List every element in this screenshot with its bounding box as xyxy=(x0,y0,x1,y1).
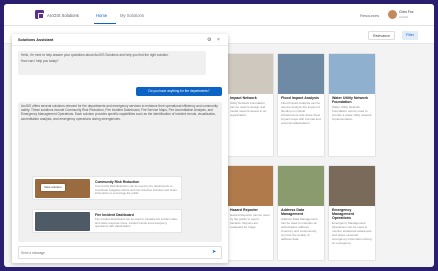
solution-title: Address Data Management xyxy=(281,208,305,216)
solution-description: Hazard Reporter can be used by the publi… xyxy=(230,213,270,229)
user-message-bubble: Do you have anything for fire department… xyxy=(136,87,222,96)
close-icon[interactable]: × xyxy=(217,37,220,43)
solution-thumbnail xyxy=(278,166,324,206)
solution-card[interactable]: Emergency Management Operations Emergency… xyxy=(328,165,376,261)
app-title: ArcGIS Solutions xyxy=(47,13,79,18)
solution-thumbnail xyxy=(329,166,375,206)
solution-description: Water Utility Network Foundation can be … xyxy=(332,105,372,121)
solution-result-card[interactable]: Community Risk Reduction Community Risk R… xyxy=(32,176,182,200)
avatar[interactable] xyxy=(388,10,397,19)
solution-thumbnail xyxy=(329,54,375,94)
solution-title: Flood Impact Analysis xyxy=(281,96,320,100)
answer-text: ArcGIS offers several solutions relevant… xyxy=(21,104,218,121)
solution-description: Flood Impact Analysis can be used to ana… xyxy=(281,101,321,125)
solution-thumbnail xyxy=(227,54,273,94)
top-navigation-bar: ArcGIS Solutions Home My Solutions Resou… xyxy=(4,4,434,26)
solution-result-card[interactable]: Fire Incident Dashboard Fire Incident Das… xyxy=(32,209,182,233)
solution-title: Water Utility Network Foundation xyxy=(332,96,369,104)
solutions-assistant-panel: Solutions Assistant ⚙ × Hello, I'm here … xyxy=(12,34,228,263)
solution-title: Impact Network xyxy=(230,96,257,100)
solution-thumbnail xyxy=(278,54,324,94)
solution-card[interactable]: Hazard Reporter Hazard Reporter can be us… xyxy=(226,165,274,261)
greeting-text: Hello, I'm here to help answer your ques… xyxy=(21,53,169,57)
assistant-header: Solutions Assistant ⚙ × xyxy=(12,34,228,46)
user-org: ArcGIS xyxy=(399,15,409,19)
solution-thumbnail xyxy=(227,166,273,206)
sort-relevance-button[interactable]: Relevance xyxy=(368,31,395,40)
send-icon[interactable]: ➤ xyxy=(212,249,216,255)
arcgis-solutions-logo[interactable] xyxy=(35,10,44,19)
result-thumbnail xyxy=(35,212,90,231)
solution-description: Utility Network Foundation can be used t… xyxy=(230,101,267,117)
view-solution-button[interactable]: View solution xyxy=(41,184,65,191)
active-tab-indicator xyxy=(94,23,116,25)
solution-card[interactable]: Flood Impact Analysis Flood Impact Analys… xyxy=(277,53,325,157)
result-description: Fire Incident Dashboard can be used to v… xyxy=(95,217,177,229)
assistant-title: Solutions Assistant xyxy=(18,38,54,42)
solution-card[interactable]: Impact Network Utility Network Foundation… xyxy=(226,53,274,157)
resources-link[interactable]: Resources xyxy=(360,13,379,18)
app-window: ArcGIS Solutions Home My Solutions Resou… xyxy=(4,4,434,267)
tab-my-solutions[interactable]: My Solutions xyxy=(120,13,144,18)
solution-description: Emergency Management Operations can be u… xyxy=(332,221,372,245)
solution-title: Emergency Management Operations xyxy=(332,208,354,220)
greeting-question: How can I help you today? xyxy=(21,59,59,64)
message-input[interactable] xyxy=(21,248,207,258)
settings-icon[interactable]: ⚙ xyxy=(207,37,211,43)
message-input-box: ➤ xyxy=(18,246,222,259)
result-description: Community Risk Reduction can be used by … xyxy=(95,184,177,196)
solution-card[interactable]: Address Data Management Address Data Mana… xyxy=(277,165,325,261)
filter-button[interactable]: Filter xyxy=(402,31,418,40)
assistant-greeting-bubble: Hello, I'm here to help answer your ques… xyxy=(18,51,206,75)
user-name: Chris Fox xyxy=(399,10,414,14)
tab-home[interactable]: Home xyxy=(96,13,107,18)
solution-description: Address Data Management can be used to m… xyxy=(281,217,318,241)
solution-title: Hazard Reporter xyxy=(230,208,258,212)
solution-card[interactable]: Water Utility Network Foundation Water Ut… xyxy=(328,53,376,157)
